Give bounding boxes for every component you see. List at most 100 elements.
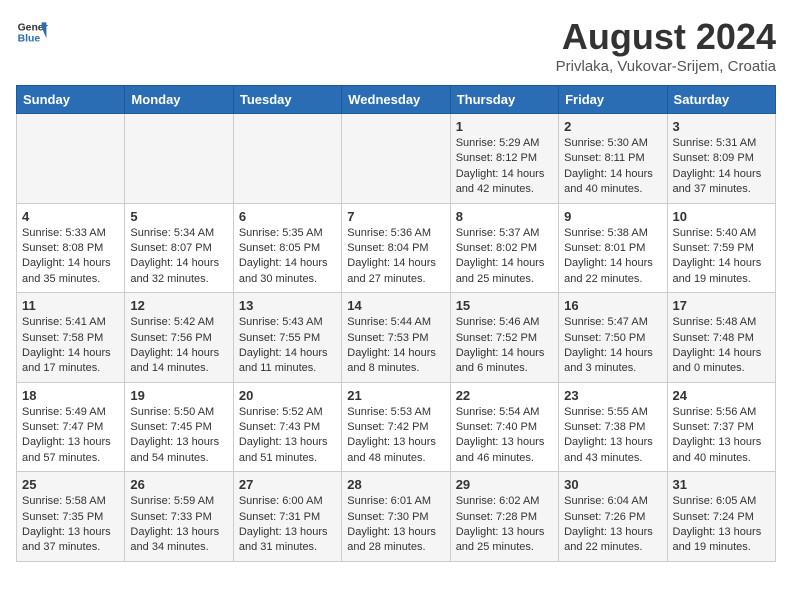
calendar-cell: 2 Sunrise: 5:30 AMSunset: 8:11 PMDaylight… <box>559 114 667 204</box>
day-number: 22 <box>456 388 553 403</box>
calendar-week-row: 4 Sunrise: 5:33 AMSunset: 8:08 PMDaylight… <box>17 203 776 293</box>
day-info: Sunrise: 6:00 AMSunset: 7:31 PMDaylight:… <box>239 494 336 556</box>
day-info: Sunrise: 5:44 AMSunset: 7:53 PMDaylight:… <box>347 315 444 377</box>
calendar-cell: 8Sunrise: 5:37 AMSunset: 8:02 PMDaylight… <box>450 203 558 293</box>
day-info: Sunrise: 5:52 AMSunset: 7:43 PMDaylight:… <box>239 405 336 467</box>
calendar-week-row: 25 Sunrise: 5:58 AMSunset: 7:35 PMDayligh… <box>17 472 776 562</box>
day-number: 29 <box>456 477 553 492</box>
day-of-week-header: Tuesday <box>233 86 341 114</box>
day-number: 17 <box>673 298 770 313</box>
calendar-cell: 6Sunrise: 5:35 AMSunset: 8:05 PMDaylight… <box>233 203 341 293</box>
calendar-cell: 5 Sunrise: 5:34 AMSunset: 8:07 PMDaylight… <box>125 203 233 293</box>
day-of-week-header: Thursday <box>450 86 558 114</box>
calendar-cell: 18 Sunrise: 5:49 AMSunset: 7:47 PMDayligh… <box>17 382 125 472</box>
calendar-cell <box>233 114 341 204</box>
day-of-week-header: Friday <box>559 86 667 114</box>
day-info: Sunrise: 5:48 AMSunset: 7:48 PMDaylight:… <box>673 315 770 377</box>
day-of-week-header: Saturday <box>667 86 775 114</box>
day-info: Sunrise: 5:29 AMSunset: 8:12 PMDaylight:… <box>456 136 553 198</box>
calendar-header-row: SundayMondayTuesdayWednesdayThursdayFrid… <box>17 86 776 114</box>
calendar-cell: 14 Sunrise: 5:44 AMSunset: 7:53 PMDayligh… <box>342 293 450 383</box>
logo: General Blue <box>16 16 48 48</box>
day-info: Sunrise: 5:59 AMSunset: 7:33 PMDaylight:… <box>130 494 227 556</box>
header: General Blue August 2024 Privlaka, Vukov… <box>16 16 776 75</box>
day-info: Sunrise: 5:50 AMSunset: 7:45 PMDaylight:… <box>130 405 227 467</box>
day-number: 5 <box>130 209 227 224</box>
page-subtitle: Privlaka, Vukovar-Srijem, Croatia <box>556 58 776 75</box>
calendar-cell: 20 Sunrise: 5:52 AMSunset: 7:43 PMDayligh… <box>233 382 341 472</box>
day-number: 16 <box>564 298 661 313</box>
calendar-cell: 23Sunrise: 5:55 AMSunset: 7:38 PMDayligh… <box>559 382 667 472</box>
calendar-cell <box>342 114 450 204</box>
calendar-cell: 24 Sunrise: 5:56 AMSunset: 7:37 PMDayligh… <box>667 382 775 472</box>
day-info: Sunrise: 5:47 AMSunset: 7:50 PMDaylight:… <box>564 315 661 377</box>
day-info: Sunrise: 5:38 AMSunset: 8:01 PMDaylight:… <box>564 226 661 288</box>
day-info: Sunrise: 5:35 AMSunset: 8:05 PMDaylight:… <box>239 226 336 288</box>
day-number: 28 <box>347 477 444 492</box>
day-number: 30 <box>564 477 661 492</box>
day-info: Sunrise: 5:58 AMSunset: 7:35 PMDaylight:… <box>22 494 119 556</box>
day-info: Sunrise: 5:56 AMSunset: 7:37 PMDaylight:… <box>673 405 770 467</box>
day-number: 2 <box>564 119 661 134</box>
day-of-week-header: Sunday <box>17 86 125 114</box>
day-number: 4 <box>22 209 119 224</box>
calendar-table: SundayMondayTuesdayWednesdayThursdayFrid… <box>16 85 776 562</box>
day-number: 1 <box>456 119 553 134</box>
day-info: Sunrise: 5:33 AMSunset: 8:08 PMDaylight:… <box>22 226 119 288</box>
calendar-cell: 4 Sunrise: 5:33 AMSunset: 8:08 PMDaylight… <box>17 203 125 293</box>
svg-text:Blue: Blue <box>18 34 41 45</box>
calendar-cell <box>125 114 233 204</box>
calendar-cell: 15Sunrise: 5:46 AMSunset: 7:52 PMDayligh… <box>450 293 558 383</box>
day-number: 25 <box>22 477 119 492</box>
calendar-cell: 31Sunrise: 6:05 AMSunset: 7:24 PMDayligh… <box>667 472 775 562</box>
day-number: 12 <box>130 298 227 313</box>
calendar-cell: 16 Sunrise: 5:47 AMSunset: 7:50 PMDayligh… <box>559 293 667 383</box>
day-number: 21 <box>347 388 444 403</box>
day-info: Sunrise: 6:05 AMSunset: 7:24 PMDaylight:… <box>673 494 770 556</box>
day-of-week-header: Monday <box>125 86 233 114</box>
day-number: 9 <box>564 209 661 224</box>
day-info: Sunrise: 5:41 AMSunset: 7:58 PMDaylight:… <box>22 315 119 377</box>
calendar-cell: 28Sunrise: 6:01 AMSunset: 7:30 PMDayligh… <box>342 472 450 562</box>
calendar-cell <box>17 114 125 204</box>
day-number: 8 <box>456 209 553 224</box>
calendar-cell: 10 Sunrise: 5:40 AMSunset: 7:59 PMDayligh… <box>667 203 775 293</box>
calendar-cell: 27 Sunrise: 6:00 AMSunset: 7:31 PMDayligh… <box>233 472 341 562</box>
day-number: 7 <box>347 209 444 224</box>
calendar-cell: 3 Sunrise: 5:31 AMSunset: 8:09 PMDaylight… <box>667 114 775 204</box>
day-number: 18 <box>22 388 119 403</box>
day-of-week-header: Wednesday <box>342 86 450 114</box>
day-number: 26 <box>130 477 227 492</box>
day-info: Sunrise: 5:36 AMSunset: 8:04 PMDaylight:… <box>347 226 444 288</box>
calendar-cell: 19 Sunrise: 5:50 AMSunset: 7:45 PMDayligh… <box>125 382 233 472</box>
day-number: 24 <box>673 388 770 403</box>
calendar-cell: 30 Sunrise: 6:04 AMSunset: 7:26 PMDayligh… <box>559 472 667 562</box>
day-number: 10 <box>673 209 770 224</box>
day-number: 20 <box>239 388 336 403</box>
day-number: 14 <box>347 298 444 313</box>
day-info: Sunrise: 5:43 AMSunset: 7:55 PMDaylight:… <box>239 315 336 377</box>
calendar-cell: 21Sunrise: 5:53 AMSunset: 7:42 PMDayligh… <box>342 382 450 472</box>
day-info: Sunrise: 5:54 AMSunset: 7:40 PMDaylight:… <box>456 405 553 467</box>
day-info: Sunrise: 5:30 AMSunset: 8:11 PMDaylight:… <box>564 136 661 198</box>
page-title: August 2024 <box>556 16 776 58</box>
calendar-cell: 12 Sunrise: 5:42 AMSunset: 7:56 PMDayligh… <box>125 293 233 383</box>
calendar-cell: 26 Sunrise: 5:59 AMSunset: 7:33 PMDayligh… <box>125 472 233 562</box>
day-info: Sunrise: 5:42 AMSunset: 7:56 PMDaylight:… <box>130 315 227 377</box>
day-number: 23 <box>564 388 661 403</box>
calendar-week-row: 1 Sunrise: 5:29 AMSunset: 8:12 PMDaylight… <box>17 114 776 204</box>
day-info: Sunrise: 5:49 AMSunset: 7:47 PMDaylight:… <box>22 405 119 467</box>
day-info: Sunrise: 5:40 AMSunset: 7:59 PMDaylight:… <box>673 226 770 288</box>
day-number: 19 <box>130 388 227 403</box>
day-number: 3 <box>673 119 770 134</box>
day-info: Sunrise: 5:31 AMSunset: 8:09 PMDaylight:… <box>673 136 770 198</box>
calendar-cell: 13Sunrise: 5:43 AMSunset: 7:55 PMDayligh… <box>233 293 341 383</box>
day-info: Sunrise: 6:04 AMSunset: 7:26 PMDaylight:… <box>564 494 661 556</box>
day-number: 27 <box>239 477 336 492</box>
calendar-cell: 25 Sunrise: 5:58 AMSunset: 7:35 PMDayligh… <box>17 472 125 562</box>
calendar-cell: 1 Sunrise: 5:29 AMSunset: 8:12 PMDaylight… <box>450 114 558 204</box>
calendar-week-row: 18 Sunrise: 5:49 AMSunset: 7:47 PMDayligh… <box>17 382 776 472</box>
calendar-cell: 17 Sunrise: 5:48 AMSunset: 7:48 PMDayligh… <box>667 293 775 383</box>
day-number: 15 <box>456 298 553 313</box>
day-info: Sunrise: 5:34 AMSunset: 8:07 PMDaylight:… <box>130 226 227 288</box>
